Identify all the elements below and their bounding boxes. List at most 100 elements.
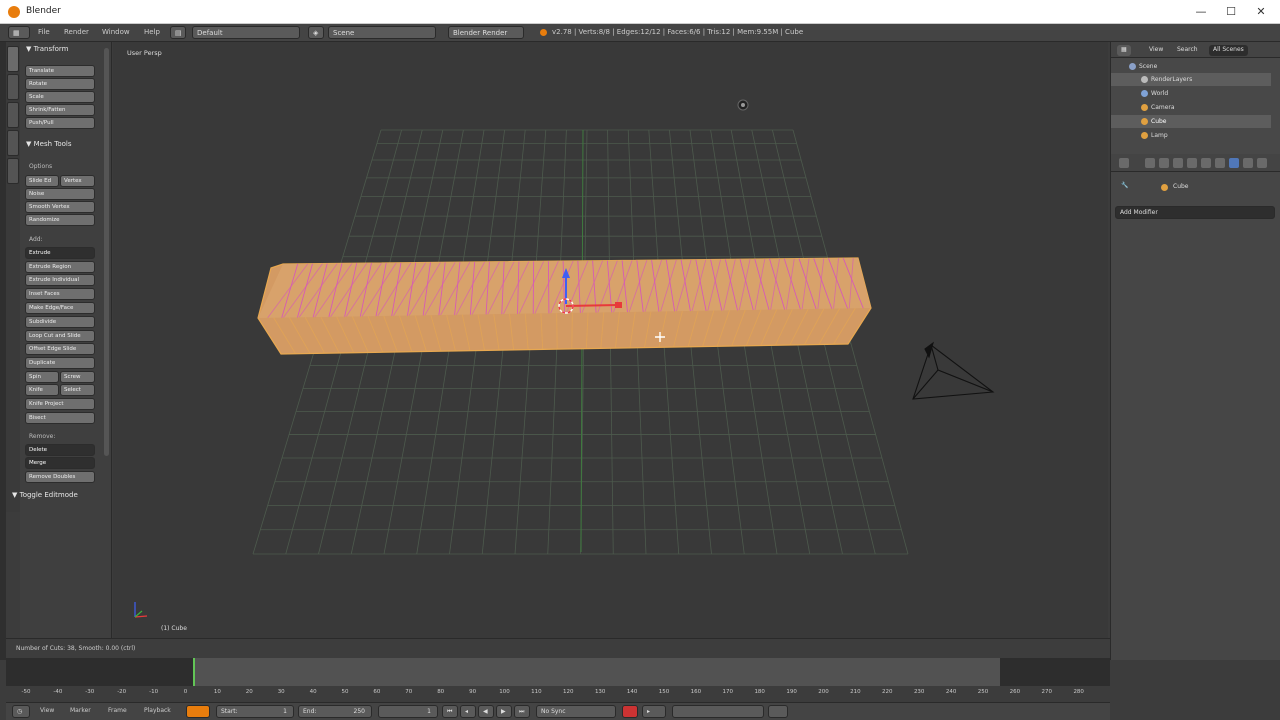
offset-edge-slide-button[interactable]: Offset Edge Slide	[25, 343, 95, 355]
tab-options[interactable]	[7, 130, 19, 156]
close-button[interactable]: ✕	[1246, 3, 1276, 21]
loop-cut-slide-button[interactable]: Loop Cut and Slide	[25, 330, 95, 342]
data-tab-icon[interactable]	[1243, 158, 1253, 168]
outliner-display-mode[interactable]: All Scenes	[1209, 45, 1248, 56]
screen-layout-icon[interactable]: ▤	[170, 26, 186, 39]
timeline-marker-menu[interactable]: Marker	[70, 707, 91, 714]
rotate-button[interactable]: Rotate	[25, 78, 95, 90]
add-label: Add:	[29, 236, 43, 243]
menu-render[interactable]: Render	[64, 28, 89, 36]
duplicate-button[interactable]: Duplicate	[25, 357, 95, 369]
outliner-view-menu[interactable]: View	[1145, 45, 1167, 56]
toggle-editmode-panel-header[interactable]: ▼ Toggle Editmode	[12, 491, 78, 499]
add-modifier-select[interactable]: Add Modifier	[1115, 206, 1275, 219]
tab-tools[interactable]	[7, 46, 19, 72]
timeline-tick-label: 150	[658, 689, 670, 695]
3d-viewport[interactable]: User Persp (1) Cube	[113, 42, 1108, 638]
menu-help[interactable]: Help	[144, 28, 160, 36]
scene-tab-icon[interactable]	[1173, 158, 1183, 168]
inset-faces-button[interactable]: Inset Faces	[25, 288, 95, 300]
timeline-playback-menu[interactable]: Playback	[144, 707, 171, 714]
push-pull-button[interactable]: Push/Pull	[25, 117, 95, 129]
step-back-button[interactable]: ◂	[460, 705, 476, 718]
screw-button[interactable]: Screw	[60, 371, 95, 383]
outliner-row-lamp[interactable]: Lamp	[1111, 129, 1271, 142]
knife-select-button[interactable]: Select	[60, 384, 95, 396]
spin-button[interactable]: Spin	[25, 371, 59, 383]
extrude-region-button[interactable]: Extrude Region	[25, 261, 95, 273]
menu-file[interactable]: File	[38, 28, 50, 36]
end-frame-field[interactable]: End: 250	[298, 705, 372, 718]
world-tab-icon[interactable]	[1187, 158, 1197, 168]
timeline-tick-label: 280	[1073, 689, 1084, 695]
outliner-editor-icon[interactable]: ▦	[1117, 45, 1131, 56]
timeline-tick-label: 90	[469, 689, 477, 695]
tab-grease-pencil[interactable]	[7, 158, 19, 184]
knife-button[interactable]: Knife	[25, 384, 59, 396]
timeline-frame-menu[interactable]: Frame	[108, 707, 127, 714]
maximize-button[interactable]: ☐	[1216, 3, 1246, 21]
timeline[interactable]: -50 -40 -30 -20 -10 0 10 20 30 40 50 60 70 80 90 100 110…	[6, 658, 1110, 702]
sync-mode-select[interactable]: No Sync	[536, 705, 616, 718]
scene-icon[interactable]: ◈	[308, 26, 324, 39]
transform-panel-header[interactable]: ▼ Transform	[26, 45, 68, 53]
mesh-tools-panel-header[interactable]: ▼ Mesh Tools	[26, 140, 72, 148]
timeline-view-menu[interactable]: View	[40, 707, 54, 714]
preview-range-toggle[interactable]	[186, 705, 210, 718]
translate-button[interactable]: Translate	[25, 65, 95, 77]
auto-keyframe-button[interactable]	[622, 705, 638, 718]
jump-start-button[interactable]: ⏮	[442, 705, 458, 718]
make-edge-face-button[interactable]: Make Edge/Face	[25, 302, 95, 314]
subdivide-button[interactable]: Subdivide	[25, 316, 95, 328]
render-layers-tab-icon[interactable]	[1159, 158, 1169, 168]
timeline-editor-icon[interactable]: ◷	[12, 705, 30, 718]
minimize-button[interactable]: —	[1186, 3, 1216, 21]
screen-layout-field[interactable]: Default	[192, 26, 300, 39]
vertex-slide-button[interactable]: Vertex	[60, 175, 95, 187]
timeline-tick-label: 130	[594, 689, 606, 695]
bisect-button[interactable]: Bisect	[25, 412, 95, 424]
slide-edge-button[interactable]: Slide Ed	[25, 175, 59, 187]
play-reverse-button[interactable]: ◀	[478, 705, 494, 718]
smooth-vertex-button[interactable]: Smooth Vertex	[25, 201, 95, 213]
play-button[interactable]: ▶	[496, 705, 512, 718]
remove-doubles-button[interactable]: Remove Doubles	[25, 471, 95, 483]
knife-project-button[interactable]: Knife Project	[25, 398, 95, 410]
timeline-tick-label: 180	[754, 689, 765, 695]
render-tab-icon[interactable]	[1145, 158, 1155, 168]
properties-editor-icon[interactable]	[1119, 158, 1129, 168]
keying-set-field[interactable]	[672, 705, 764, 718]
outliner-row-cube[interactable]: Cube	[1111, 115, 1271, 128]
modifiers-tab-icon[interactable]	[1229, 158, 1239, 168]
randomize-button[interactable]: Randomize	[25, 214, 95, 226]
end-frame-value: 250	[353, 708, 365, 715]
material-tab-icon[interactable]	[1257, 158, 1267, 168]
scale-button[interactable]: Scale	[25, 91, 95, 103]
tab-create[interactable]	[7, 74, 19, 100]
shrink-fatten-button[interactable]: Shrink/Fatten	[25, 104, 95, 116]
noise-button[interactable]: Noise	[25, 188, 95, 200]
outliner-row-renderlayers[interactable]: RenderLayers	[1111, 73, 1271, 86]
editor-type-icon[interactable]: ▦	[8, 26, 30, 39]
tab-shading[interactable]	[7, 102, 19, 128]
jump-end-button[interactable]: ⏭	[514, 705, 530, 718]
render-engine-select[interactable]: Blender Render	[448, 26, 524, 39]
menu-window[interactable]: Window	[102, 28, 130, 36]
keying-set-button[interactable]: ▸	[642, 705, 666, 718]
start-frame-field[interactable]: Start: 1	[216, 705, 294, 718]
outliner-search-menu[interactable]: Search	[1173, 45, 1202, 56]
extrude-individual-button[interactable]: Extrude Individual	[25, 274, 95, 286]
current-frame-field[interactable]: 1	[378, 705, 438, 718]
outliner-row-scene[interactable]: Scene	[1111, 60, 1271, 73]
outliner-row-camera[interactable]: Camera	[1111, 101, 1271, 114]
constraints-tab-icon[interactable]	[1215, 158, 1225, 168]
delete-menu[interactable]: Delete	[25, 444, 95, 456]
insert-keyframe-button[interactable]	[768, 705, 788, 718]
extrude-menu[interactable]: Extrude	[25, 247, 95, 259]
outliner-row-world[interactable]: World	[1111, 87, 1271, 100]
merge-menu[interactable]: Merge	[25, 457, 95, 469]
scene-field[interactable]: Scene	[328, 26, 436, 39]
end-frame-label: End:	[303, 708, 317, 715]
toolshelf-scrollbar[interactable]	[104, 48, 109, 456]
object-tab-icon[interactable]	[1201, 158, 1211, 168]
